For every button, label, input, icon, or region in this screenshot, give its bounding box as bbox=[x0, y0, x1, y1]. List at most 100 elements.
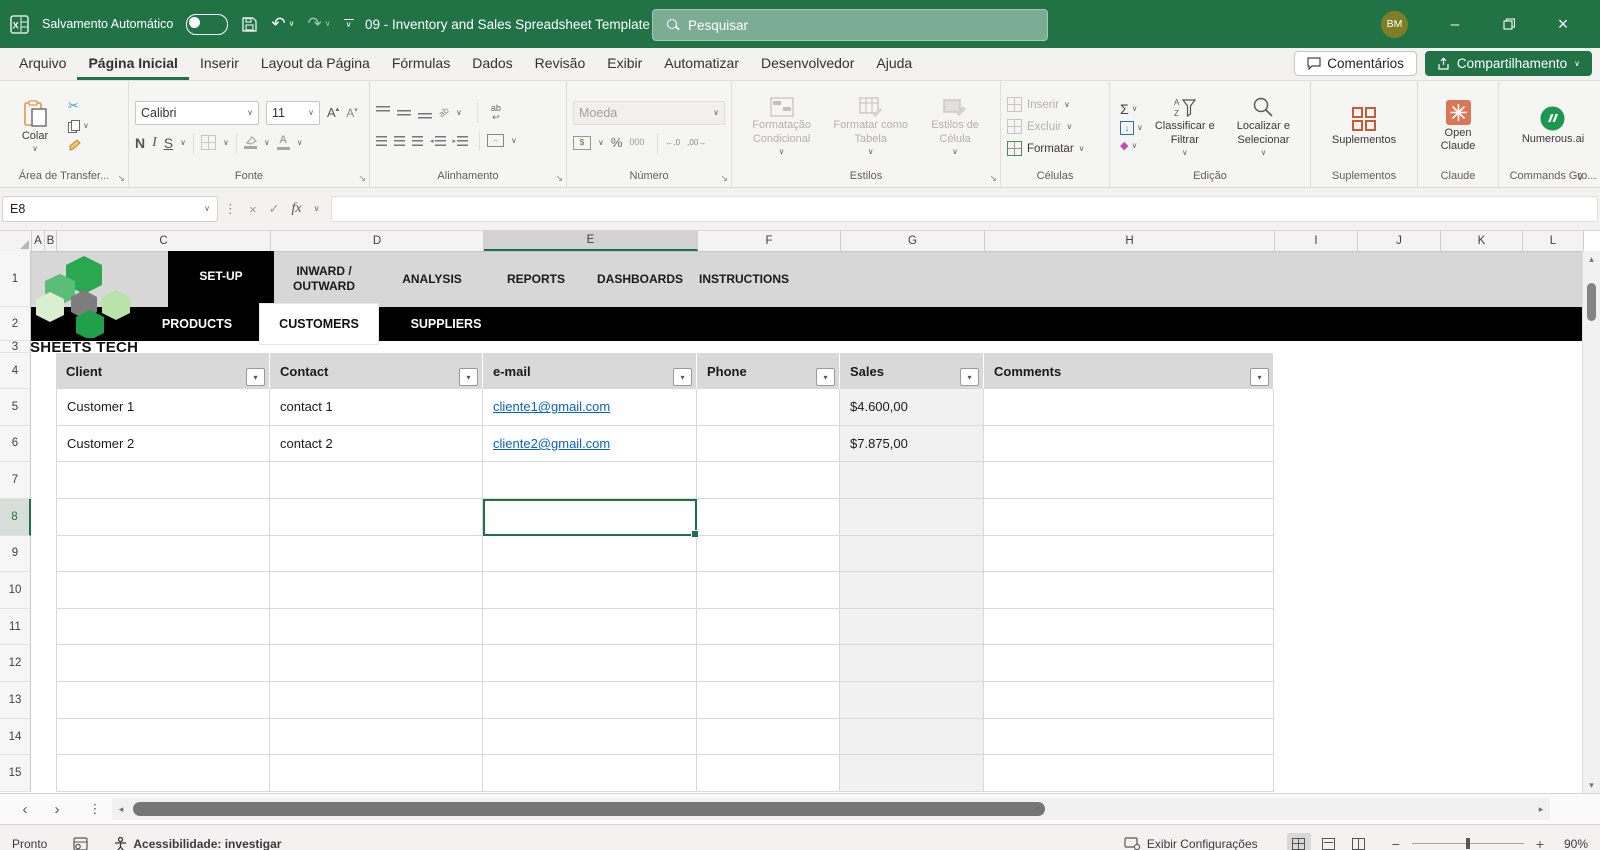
filter-dropdown-icon[interactable]: ▾ bbox=[246, 368, 265, 386]
cell-G7[interactable] bbox=[840, 462, 984, 499]
fill-color-dropdown-icon[interactable]: ∨ bbox=[264, 138, 270, 147]
ribbon-tab-revisão[interactable]: Revisão bbox=[524, 49, 597, 80]
format-cells-button[interactable]: Formatar ∨ bbox=[1007, 139, 1085, 159]
col-header-H[interactable]: H bbox=[985, 231, 1275, 251]
align-center-icon[interactable] bbox=[394, 135, 405, 146]
increase-indent-icon[interactable]: ▸ bbox=[453, 135, 469, 146]
shrink-font-button[interactable]: A▾ bbox=[346, 106, 358, 120]
cell-G5[interactable]: $4.600,00 bbox=[840, 389, 984, 426]
cell-F14[interactable] bbox=[697, 718, 840, 756]
cell-C5[interactable]: Customer 1 bbox=[56, 389, 270, 426]
cell-F10[interactable] bbox=[697, 572, 840, 609]
bold-button[interactable]: N bbox=[135, 135, 145, 151]
cell-E10[interactable] bbox=[483, 572, 697, 609]
zoom-out-button[interactable]: − bbox=[1388, 836, 1404, 850]
cell-F8[interactable] bbox=[697, 498, 840, 536]
cell-C12[interactable] bbox=[56, 645, 270, 683]
row-header-13[interactable]: 13 bbox=[0, 682, 31, 719]
table-header-comments[interactable]: Comments ▾ bbox=[984, 353, 1274, 389]
row-header-8[interactable]: 8 bbox=[0, 498, 31, 536]
zoom-slider[interactable] bbox=[1411, 838, 1524, 849]
cell-F5[interactable] bbox=[697, 389, 840, 426]
table-header-client[interactable]: Client ▾ bbox=[56, 353, 270, 389]
grow-font-button[interactable]: A▴ bbox=[327, 105, 339, 120]
table-header-phone[interactable]: Phone ▾ bbox=[697, 353, 840, 389]
cell-G13[interactable] bbox=[840, 682, 984, 719]
ribbon-tab-exibir[interactable]: Exibir bbox=[596, 49, 653, 80]
font-family-select[interactable]: Calibri ∨ bbox=[135, 100, 259, 125]
filter-dropdown-icon[interactable]: ▾ bbox=[816, 368, 835, 386]
cell-C15[interactable] bbox=[56, 755, 270, 793]
ribbon-tab-arquivo[interactable]: Arquivo bbox=[8, 49, 77, 80]
ribbon-tab-desenvolvedor[interactable]: Desenvolvedor bbox=[750, 49, 865, 80]
cell-F9[interactable] bbox=[697, 535, 840, 573]
scroll-up-icon[interactable]: ▴ bbox=[1583, 251, 1600, 267]
row-header-14[interactable]: 14 bbox=[0, 718, 31, 756]
sub-tab-suppliers[interactable]: SUPPLIERS bbox=[396, 307, 496, 341]
decrease-indent-icon[interactable]: ◂ bbox=[430, 135, 446, 146]
macro-record-icon[interactable] bbox=[73, 836, 88, 850]
clear-button[interactable]: ◆ ∨ bbox=[1120, 139, 1143, 152]
cell-C9[interactable] bbox=[56, 535, 270, 573]
sub-tab-products[interactable]: PRODUCTS bbox=[147, 307, 247, 341]
cell-C7[interactable] bbox=[56, 462, 270, 499]
col-header-D[interactable]: D bbox=[271, 231, 484, 251]
borders-icon[interactable] bbox=[201, 135, 216, 150]
dialog-launcher-icon[interactable]: ↘ bbox=[117, 173, 125, 184]
cell-D12[interactable] bbox=[270, 645, 483, 683]
dialog-launcher-icon[interactable]: ↘ bbox=[358, 173, 366, 184]
zoom-slider-thumb[interactable] bbox=[1465, 838, 1470, 849]
cell-F7[interactable] bbox=[697, 462, 840, 499]
ribbon-tab-página-inicial[interactable]: Página Inicial bbox=[77, 49, 189, 80]
row-header-10[interactable]: 10 bbox=[0, 572, 31, 609]
conditional-formatting-button[interactable]: Formatação Condicional ∨ bbox=[738, 95, 825, 157]
row-header-4[interactable]: 4 bbox=[0, 353, 31, 389]
col-header-I[interactable]: I bbox=[1275, 231, 1358, 251]
cell-H5[interactable] bbox=[984, 389, 1274, 426]
cell-C6[interactable]: Customer 2 bbox=[56, 425, 270, 463]
ribbon-tab-fórmulas[interactable]: Fórmulas bbox=[381, 49, 461, 80]
cell-E14[interactable] bbox=[483, 718, 697, 756]
cell-F15[interactable] bbox=[697, 755, 840, 793]
quick-access-menu-icon[interactable]: ∨ bbox=[343, 19, 354, 29]
row-header-15[interactable]: 15 bbox=[0, 755, 31, 793]
cell-F6[interactable] bbox=[697, 425, 840, 463]
cell-D15[interactable] bbox=[270, 755, 483, 793]
row-header-12[interactable]: 12 bbox=[0, 645, 31, 683]
delete-cells-button[interactable]: Excluir ∨ bbox=[1007, 117, 1072, 137]
enter-icon[interactable]: ✓ bbox=[269, 201, 280, 217]
cell-H12[interactable] bbox=[984, 645, 1274, 683]
cut-icon[interactable]: ✂ bbox=[68, 98, 89, 114]
accounting-format-icon[interactable]: $ bbox=[573, 135, 591, 150]
underline-button[interactable]: S bbox=[164, 135, 173, 151]
nav-tab-dashboards[interactable]: DASHBOARDS bbox=[588, 251, 692, 307]
cell-G9[interactable] bbox=[840, 535, 984, 573]
fill-color-icon[interactable] bbox=[243, 135, 257, 150]
insert-function-icon[interactable]: fx bbox=[292, 201, 302, 217]
row-header-7[interactable]: 7 bbox=[0, 462, 31, 499]
col-header-F[interactable]: F bbox=[698, 231, 841, 251]
col-header-K[interactable]: K bbox=[1441, 231, 1523, 251]
cell-G11[interactable] bbox=[840, 608, 984, 646]
comma-style-icon[interactable]: 000 bbox=[629, 138, 644, 147]
col-header-E[interactable]: E bbox=[484, 231, 698, 251]
orientation-dropdown-icon[interactable]: ∨ bbox=[456, 108, 462, 117]
cell-H15[interactable] bbox=[984, 755, 1274, 793]
cell-F13[interactable] bbox=[697, 682, 840, 719]
nav-tab-inward-outward[interactable]: INWARD / OUTWARD bbox=[276, 251, 372, 307]
cell-G6[interactable]: $7.875,00 bbox=[840, 425, 984, 463]
font-size-select[interactable]: 11 ∨ bbox=[266, 100, 320, 125]
table-header-sales[interactable]: Sales ▾ bbox=[840, 353, 984, 389]
document-title[interactable]: 09 - Inventory and Sales Spreadsheet Tem… bbox=[365, 17, 650, 32]
filter-dropdown-icon[interactable]: ▾ bbox=[673, 368, 692, 386]
ribbon-tab-inserir[interactable]: Inserir bbox=[189, 49, 250, 80]
col-header-A[interactable]: A bbox=[32, 231, 45, 251]
cell-C13[interactable] bbox=[56, 682, 270, 719]
display-settings-button[interactable]: Exibir Configurações bbox=[1124, 837, 1258, 850]
cell-C8[interactable] bbox=[56, 498, 270, 536]
numerous-ai-button[interactable]: Numerous.ai bbox=[1518, 104, 1588, 148]
cell-D14[interactable] bbox=[270, 718, 483, 756]
cell-G15[interactable] bbox=[840, 755, 984, 793]
page-layout-view-button[interactable] bbox=[1317, 833, 1341, 850]
cell-H11[interactable] bbox=[984, 608, 1274, 646]
